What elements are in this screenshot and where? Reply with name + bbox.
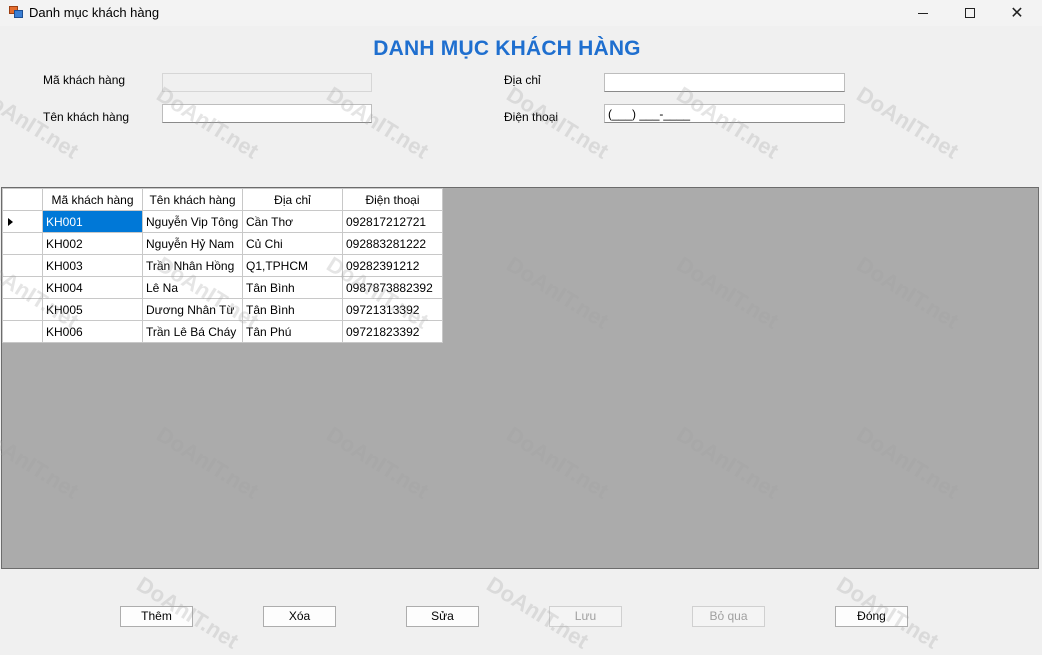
maximize-icon[interactable] xyxy=(947,0,993,26)
title-bar: Danh mục khách hàng ✕ xyxy=(0,0,1042,26)
row-header[interactable] xyxy=(2,210,43,233)
cell-dia-chi[interactable]: Tân Bình xyxy=(242,276,343,299)
cell-dia-chi[interactable]: Tân Bình xyxy=(242,298,343,321)
row-header[interactable] xyxy=(2,232,43,255)
cell-ten-kh[interactable]: Trần Lê Bá Cháy xyxy=(142,320,243,343)
ten-khach-hang-input[interactable] xyxy=(162,104,372,123)
watermark: DoAnIT.net xyxy=(672,81,784,164)
label-ma-khach-hang: Mã khách hàng xyxy=(43,73,126,87)
watermark: DoAnIT.net xyxy=(852,81,964,164)
cell-dia-chi[interactable]: Q1,TPHCM xyxy=(242,254,343,277)
app-icon xyxy=(9,6,23,18)
cell-dia-chi[interactable]: Cần Thơ xyxy=(242,210,343,233)
window-title: Danh mục khách hàng xyxy=(29,5,160,20)
row-header-corner[interactable] xyxy=(2,188,43,211)
row-header[interactable] xyxy=(2,320,43,343)
cell-dia-chi[interactable]: Tân Phú xyxy=(242,320,343,343)
label-dien-thoai: Điện thoại xyxy=(504,110,559,124)
label-dia-chi: Địa chỉ xyxy=(504,73,541,87)
cell-ma-kh[interactable]: KH006 xyxy=(42,320,143,343)
xoa-button[interactable]: Xóa xyxy=(263,606,336,627)
table-row[interactable]: KH005 Dương Nhân Từ Tân Bình 09721313392 xyxy=(2,298,443,321)
form-heading: DANH MỤC KHÁCH HÀNG xyxy=(373,37,641,60)
luu-button[interactable]: Lưu xyxy=(549,606,622,627)
dien-thoai-input[interactable]: (___) ___-____ xyxy=(604,104,845,123)
dia-chi-input[interactable] xyxy=(604,73,845,92)
cell-dien-thoai[interactable]: 09721313392 xyxy=(342,298,443,321)
grid-header-row: Mã khách hàng Tên khách hàng Địa chỉ Điệ… xyxy=(2,188,443,211)
cell-ma-kh[interactable]: KH004 xyxy=(42,276,143,299)
column-header-dia-chi[interactable]: Địa chỉ xyxy=(242,188,343,211)
close-icon[interactable]: ✕ xyxy=(994,0,1040,26)
bo-qua-button[interactable]: Bỏ qua xyxy=(692,606,765,627)
cell-dia-chi[interactable]: Củ Chi xyxy=(242,232,343,255)
cell-ma-kh[interactable]: KH002 xyxy=(42,232,143,255)
column-header-ma-kh[interactable]: Mã khách hàng xyxy=(42,188,143,211)
cell-ten-kh[interactable]: Dương Nhân Từ xyxy=(142,298,243,321)
cell-ma-kh[interactable]: KH005 xyxy=(42,298,143,321)
cell-ten-kh[interactable]: Lê Na xyxy=(142,276,243,299)
label-ten-khach-hang: Tên khách hàng xyxy=(43,110,130,124)
minimize-icon[interactable] xyxy=(900,0,946,26)
current-row-indicator-icon xyxy=(8,218,13,227)
watermark: DoAnIT.net xyxy=(152,81,264,164)
column-header-dien-thoai[interactable]: Điện thoại xyxy=(342,188,443,211)
table-row[interactable]: KH002 Nguyễn Hỷ Nam Củ Chi 092883281222 xyxy=(2,232,443,255)
table-row[interactable]: KH004 Lê Na Tân Bình 0987873882392 xyxy=(2,276,443,299)
row-header[interactable] xyxy=(2,254,43,277)
cell-ten-kh[interactable]: Nguyễn Vip Tông xyxy=(142,210,243,233)
customer-table: Mã khách hàng Tên khách hàng Địa chỉ Điệ… xyxy=(2,188,443,343)
row-header[interactable] xyxy=(2,298,43,321)
ma-khach-hang-input[interactable] xyxy=(162,73,372,92)
watermark: DoAnIT.net xyxy=(322,81,434,164)
cell-dien-thoai[interactable]: 09282391212 xyxy=(342,254,443,277)
cell-dien-thoai[interactable]: 0987873882392 xyxy=(342,276,443,299)
sua-button[interactable]: Sửa xyxy=(406,606,479,627)
them-button[interactable]: Thêm xyxy=(120,606,193,627)
table-row[interactable]: KH003 Trần Nhân Hồng Q1,TPHCM 0928239121… xyxy=(2,254,443,277)
customer-grid[interactable]: Mã khách hàng Tên khách hàng Địa chỉ Điệ… xyxy=(1,187,1039,569)
table-row[interactable]: KH001 Nguyễn Vip Tông Cần Thơ 0928172127… xyxy=(2,210,443,233)
cell-ten-kh[interactable]: Nguyễn Hỷ Nam xyxy=(142,232,243,255)
column-header-ten-kh[interactable]: Tên khách hàng xyxy=(142,188,243,211)
cell-ma-kh[interactable]: KH003 xyxy=(42,254,143,277)
cell-dien-thoai[interactable]: 09721823392 xyxy=(342,320,443,343)
cell-dien-thoai[interactable]: 092817212721 xyxy=(342,210,443,233)
dong-button[interactable]: Đóng xyxy=(835,606,908,627)
cell-dien-thoai[interactable]: 092883281222 xyxy=(342,232,443,255)
cell-ma-kh[interactable]: KH001 xyxy=(42,210,143,233)
table-row[interactable]: KH006 Trần Lê Bá Cháy Tân Phú 0972182339… xyxy=(2,320,443,343)
row-header[interactable] xyxy=(2,276,43,299)
cell-ten-kh[interactable]: Trần Nhân Hồng xyxy=(142,254,243,277)
